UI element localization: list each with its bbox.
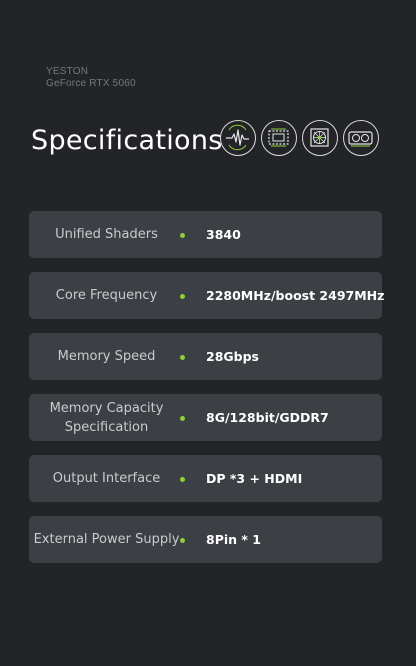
- bullet-dot: [180, 294, 185, 299]
- spec-label: Memory Capacity Specification: [49, 400, 164, 435]
- spec-label: Unified Shaders: [55, 227, 158, 242]
- brand-name: YESTON: [46, 66, 89, 77]
- spec-label: External Power Supply: [33, 532, 180, 547]
- spec-row-memory-capacity: Memory Capacity Specification 8G/128bit/…: [29, 394, 382, 441]
- waveform-icon: [220, 120, 256, 156]
- spec-row-unified-shaders: Unified Shaders 3840: [29, 211, 382, 258]
- bullet-dot: [180, 416, 185, 421]
- spec-row-external-power: External Power Supply 8Pin * 1: [29, 516, 382, 563]
- bullet-dot: [180, 538, 185, 543]
- spec-label: Output Interface: [52, 471, 161, 486]
- spec-row-memory-speed: Memory Speed 28Gbps: [29, 333, 382, 380]
- graphics-card-icon: [343, 120, 379, 156]
- spec-value: 3840: [206, 227, 241, 242]
- spec-value: 8Pin * 1: [206, 532, 261, 547]
- chip-board-icon: [261, 120, 297, 156]
- brand-header: YESTON GeForce RTX 5060: [46, 66, 136, 90]
- cooling-fan-icon: [302, 120, 338, 156]
- spec-row-core-frequency: Core Frequency 2280MHz/boost 2497MHz: [29, 272, 385, 319]
- spec-row-output-interface: Output Interface DP *3 + HDMI: [29, 455, 382, 502]
- page-title: Specifications: [31, 125, 223, 156]
- spec-label: Memory Speed: [57, 349, 156, 364]
- product-model: GeForce RTX 5060: [46, 78, 136, 89]
- bullet-dot: [180, 355, 185, 360]
- spec-label: Core Frequency: [55, 288, 158, 303]
- bullet-dot: [180, 477, 185, 482]
- spec-value: DP *3 + HDMI: [206, 471, 303, 486]
- bullet-dot: [180, 233, 185, 238]
- spec-value: 28Gbps: [206, 349, 259, 364]
- spec-value: 2280MHz/boost 2497MHz: [206, 288, 385, 303]
- spec-value: 8G/128bit/GDDR7: [206, 410, 329, 425]
